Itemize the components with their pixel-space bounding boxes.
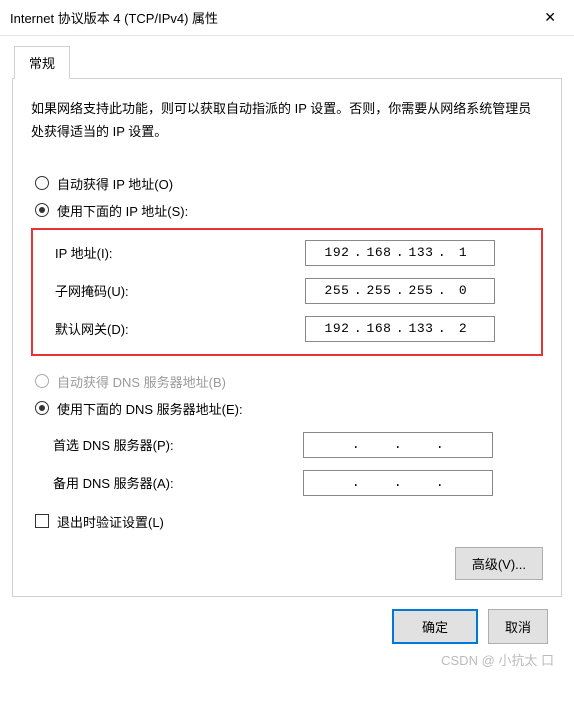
subnet-mask-label: 子网掩码(U): (55, 281, 305, 300)
radio-ip-manual[interactable]: 使用下面的 IP 地址(S): (31, 201, 543, 220)
radio-icon (35, 374, 49, 388)
radio-ip-auto[interactable]: 自动获得 IP 地址(O) (31, 174, 543, 193)
radio-icon (35, 203, 49, 217)
radio-label: 使用下面的 IP 地址(S): (57, 201, 188, 220)
ip-octet[interactable]: 255 (322, 283, 352, 298)
radio-dns-manual[interactable]: 使用下面的 DNS 服务器地址(E): (31, 399, 543, 418)
gateway-label: 默认网关(D): (55, 319, 305, 338)
cancel-button[interactable]: 取消 (488, 609, 548, 644)
ip-address-input[interactable]: 192. 168. 133. 1 (305, 240, 495, 266)
radio-icon (35, 176, 49, 190)
ip-octet[interactable]: 168 (364, 245, 394, 260)
radio-label: 自动获得 DNS 服务器地址(B) (57, 372, 226, 391)
description-text: 如果网络支持此功能，则可以获取自动指派的 IP 设置。否则，你需要从网络系统管理… (31, 97, 543, 144)
radio-dns-auto: 自动获得 DNS 服务器地址(B) (31, 372, 543, 391)
gateway-input[interactable]: 192. 168. 133. 2 (305, 316, 495, 342)
subnet-mask-input[interactable]: 255. 255. 255. 0 (305, 278, 495, 304)
radio-icon (35, 401, 49, 415)
checkbox-label: 退出时验证设置(L) (57, 512, 164, 531)
ip-octet[interactable]: 192 (322, 321, 352, 336)
ip-octet[interactable]: 255 (364, 283, 394, 298)
ip-fields-highlight: IP 地址(I): 192. 168. 133. 1 子网掩码(U): 255.… (31, 228, 543, 356)
ok-button[interactable]: 确定 (392, 609, 478, 644)
advanced-button[interactable]: 高级(V)... (455, 547, 543, 580)
tab-general[interactable]: 常规 (14, 46, 70, 79)
ip-octet[interactable]: 0 (448, 283, 478, 298)
radio-label: 自动获得 IP 地址(O) (57, 174, 173, 193)
ip-octet[interactable]: 133 (406, 321, 436, 336)
ip-octet[interactable]: 168 (364, 321, 394, 336)
dns-pref-label: 首选 DNS 服务器(P): (53, 435, 303, 454)
dns-alt-input[interactable]: . . . (303, 470, 493, 496)
dns-pref-input[interactable]: . . . (303, 432, 493, 458)
ip-octet[interactable]: 133 (406, 245, 436, 260)
validate-on-exit-checkbox[interactable]: 退出时验证设置(L) (31, 512, 543, 531)
close-icon[interactable]: ✕ (538, 9, 562, 26)
radio-label: 使用下面的 DNS 服务器地址(E): (57, 399, 243, 418)
ip-octet[interactable]: 1 (448, 245, 478, 260)
ip-octet[interactable]: 192 (322, 245, 352, 260)
ip-address-label: IP 地址(I): (55, 243, 305, 262)
dns-alt-label: 备用 DNS 服务器(A): (53, 473, 303, 492)
ip-octet[interactable]: 255 (406, 283, 436, 298)
checkbox-icon (35, 514, 49, 528)
window-title: Internet 协议版本 4 (TCP/IPv4) 属性 (10, 8, 218, 27)
ip-octet[interactable]: 2 (448, 321, 478, 336)
